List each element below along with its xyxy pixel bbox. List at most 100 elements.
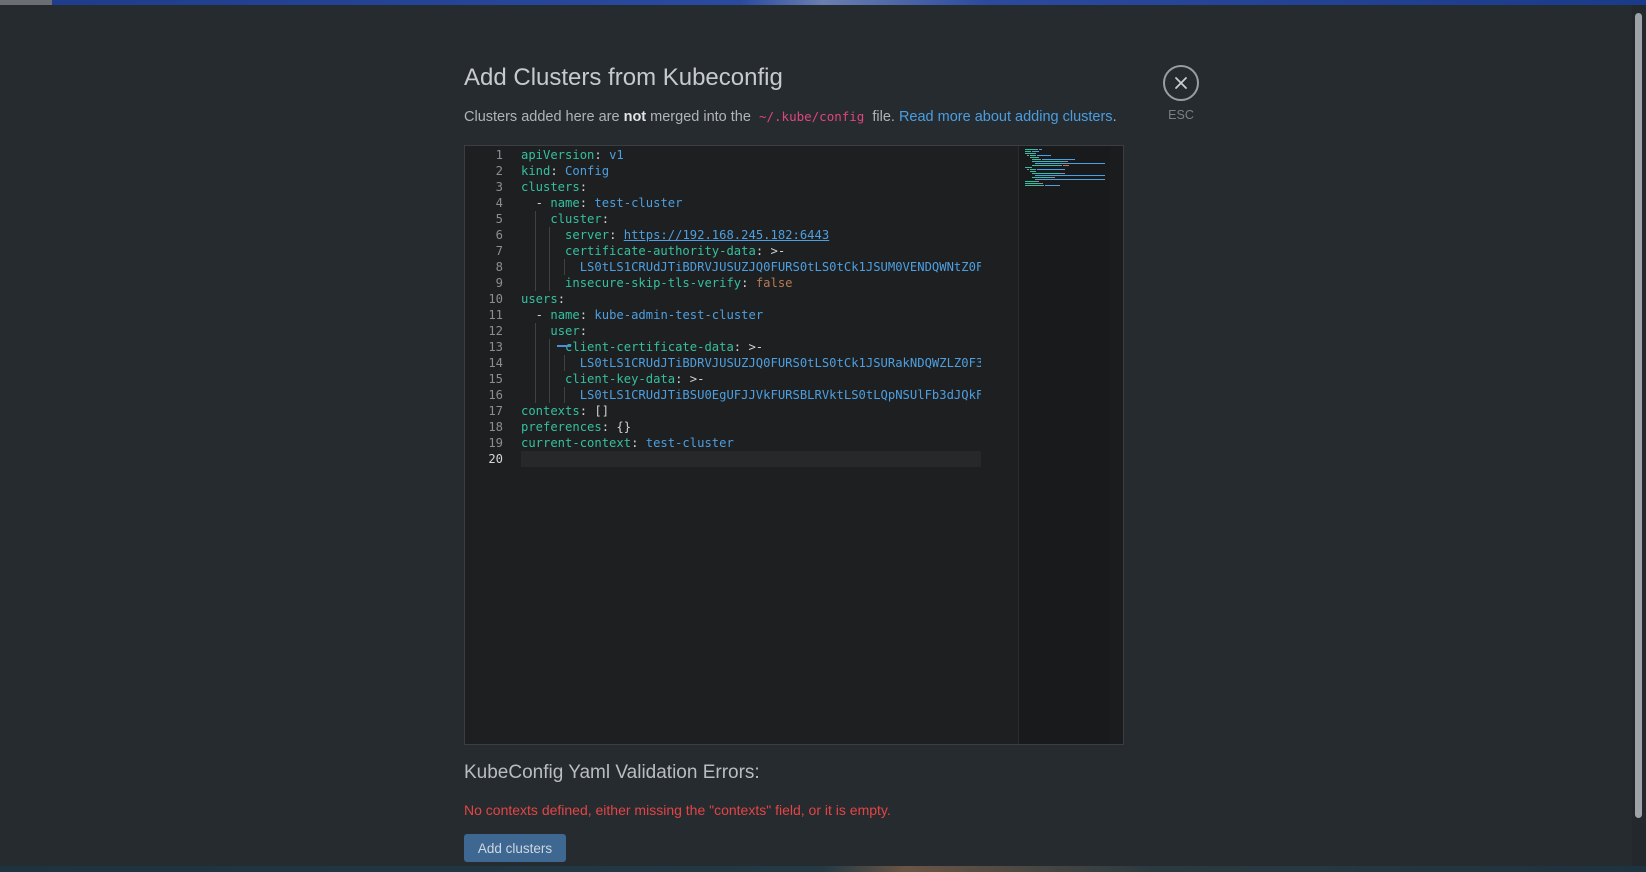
subtitle-text-middle: merged into the (646, 109, 755, 125)
indent-guide (549, 371, 551, 387)
minimap-token (1025, 181, 1035, 182)
minimap-token (1034, 169, 1036, 170)
line-number-gutter: 1 2 3 4 5 6 7 8 9 10 11 12 13 14 15 16 17 18 19 20 (465, 147, 503, 467)
code-token: : >- (675, 372, 705, 386)
minimap-token (1061, 165, 1063, 166)
line-number: 1 (495, 148, 503, 162)
code-token: : (550, 164, 566, 178)
kubeconfig-editor[interactable]: 1 2 3 4 5 6 7 8 9 10 11 12 13 14 15 16 17 18 19 20 apiVersi… (464, 145, 1124, 745)
indent-guide (534, 355, 536, 371)
indent-guide (549, 355, 551, 371)
line-number: 17 (488, 404, 503, 418)
editor-vertical-scrollbar[interactable] (1110, 146, 1123, 744)
window-bottom-strip (0, 866, 1646, 872)
editor-minimap[interactable] (1018, 146, 1111, 744)
code-token: Config (565, 164, 610, 178)
code-token: insecure-skip-tls-verify (565, 276, 742, 290)
line-number: 16 (488, 388, 503, 402)
code-line[interactable]: kind: Config (521, 163, 981, 179)
code-token: : (579, 196, 595, 210)
minimap-token (1027, 155, 1029, 156)
minimap-token (1032, 173, 1060, 174)
line-number: 8 (495, 260, 503, 274)
minimap-token (1029, 151, 1031, 152)
minimap-token (1038, 157, 1040, 158)
code-token: : >- (755, 244, 786, 258)
code-token: : {} (601, 420, 632, 434)
code-token: clusters (521, 180, 580, 194)
subtitle-text-before: Clusters added here are (464, 109, 624, 125)
code-token: : (579, 180, 588, 194)
dialog-title: Add Clusters from Kubeconfig (464, 64, 783, 91)
indent-guide (549, 339, 551, 355)
code-token: test-cluster (594, 196, 683, 210)
code-token: : (594, 148, 610, 162)
code-token: false (755, 276, 793, 290)
code-line[interactable]: contexts: [] (521, 403, 981, 419)
code-line[interactable]: cluster: (521, 211, 981, 227)
minimap-token (1038, 183, 1043, 184)
code-token: contexts (521, 404, 580, 418)
code-line[interactable]: apiVersion: v1 (521, 147, 981, 163)
indent-guide (534, 259, 536, 275)
code-token: client-key-data (565, 372, 676, 386)
minimap-token (1034, 163, 1105, 164)
minimap-token (1041, 159, 1076, 160)
code-line[interactable]: LS0tLS1CRUdJTiBDRVJUSUZJQ0FURS0tLS0tCk1J… (521, 259, 981, 275)
indent-guide (549, 275, 551, 291)
close-button[interactable] (1163, 65, 1199, 101)
code-line[interactable]: current-context: test-cluster (521, 435, 981, 451)
add-clusters-button[interactable]: Add clusters (464, 834, 566, 862)
code-line[interactable]: LS0tLS1CRUdJTiBDRVJUSUZJQ0FURS0tLS0tCk1J… (521, 355, 981, 371)
line-number: 9 (495, 276, 503, 290)
minimap-token (1032, 177, 1051, 178)
scrollbar-thumb[interactable] (1635, 13, 1642, 818)
minimap-viewport-marker (557, 345, 571, 347)
minimap-token (1034, 155, 1036, 156)
code-line[interactable]: - name: kube-admin-test-cluster (521, 307, 981, 323)
kubeconfig-path: ~/.kube/config (758, 109, 865, 124)
subtitle-text-after: file. (868, 109, 899, 125)
code-line[interactable]: client-key-data: >- (521, 371, 981, 387)
read-more-link[interactable]: Read more about adding clusters (899, 109, 1113, 125)
line-number: 4 (495, 196, 503, 210)
code-line[interactable]: certificate-authority-data: >- (521, 243, 981, 259)
code-area[interactable]: apiVersion: v1 kind: Config clusters: - na… (521, 147, 981, 467)
dialog-subtitle: Clusters added here are not merged into … (464, 109, 1117, 125)
code-line[interactable]: server: https://192.168.245.182:6443 (521, 227, 981, 243)
code-line[interactable]: clusters: (521, 179, 981, 195)
code-token: kind (521, 164, 551, 178)
line-number: 10 (488, 292, 503, 306)
minimap-token (1039, 149, 1042, 150)
code-token: : (631, 436, 646, 450)
code-token: - (521, 308, 551, 322)
code-line[interactable]: client-certificate-data: >- (521, 339, 981, 355)
code-line[interactable] (521, 451, 981, 467)
code-token: current-context (521, 436, 632, 450)
code-line[interactable]: LS0tLS1CRUdJTiBSU0EgUFJJVkFURSBLRVktLS0t… (521, 387, 981, 403)
code-line[interactable]: preferences: {} (521, 419, 981, 435)
minimap-token (1050, 177, 1055, 178)
code-token: apiVersion (521, 148, 595, 162)
subtitle-bold: not (623, 109, 647, 125)
code-line[interactable]: users: (521, 291, 981, 307)
indent-guide (534, 387, 536, 403)
indent-guide (549, 387, 551, 403)
code-line[interactable]: user: (521, 323, 981, 339)
minimap-token (1034, 181, 1040, 182)
minimap-token (1032, 165, 1061, 166)
code-token: : (557, 292, 566, 306)
code-token: preferences (521, 420, 602, 434)
code-token: kube-admin-test-cluster (594, 308, 764, 322)
line-number: 18 (488, 420, 503, 434)
code-line[interactable]: - name: test-cluster (521, 195, 981, 211)
code-token: name (550, 308, 580, 322)
page-scrollbar[interactable] (1632, 5, 1646, 866)
code-line[interactable]: insecure-skip-tls-verify: false (521, 275, 981, 291)
code-token: LS0tLS1CRUdJTiBDRVJUSUZJQ0FURS0tLS0tCk1J… (579, 260, 981, 274)
indent-guide (534, 227, 536, 243)
line-number: 3 (495, 180, 503, 194)
